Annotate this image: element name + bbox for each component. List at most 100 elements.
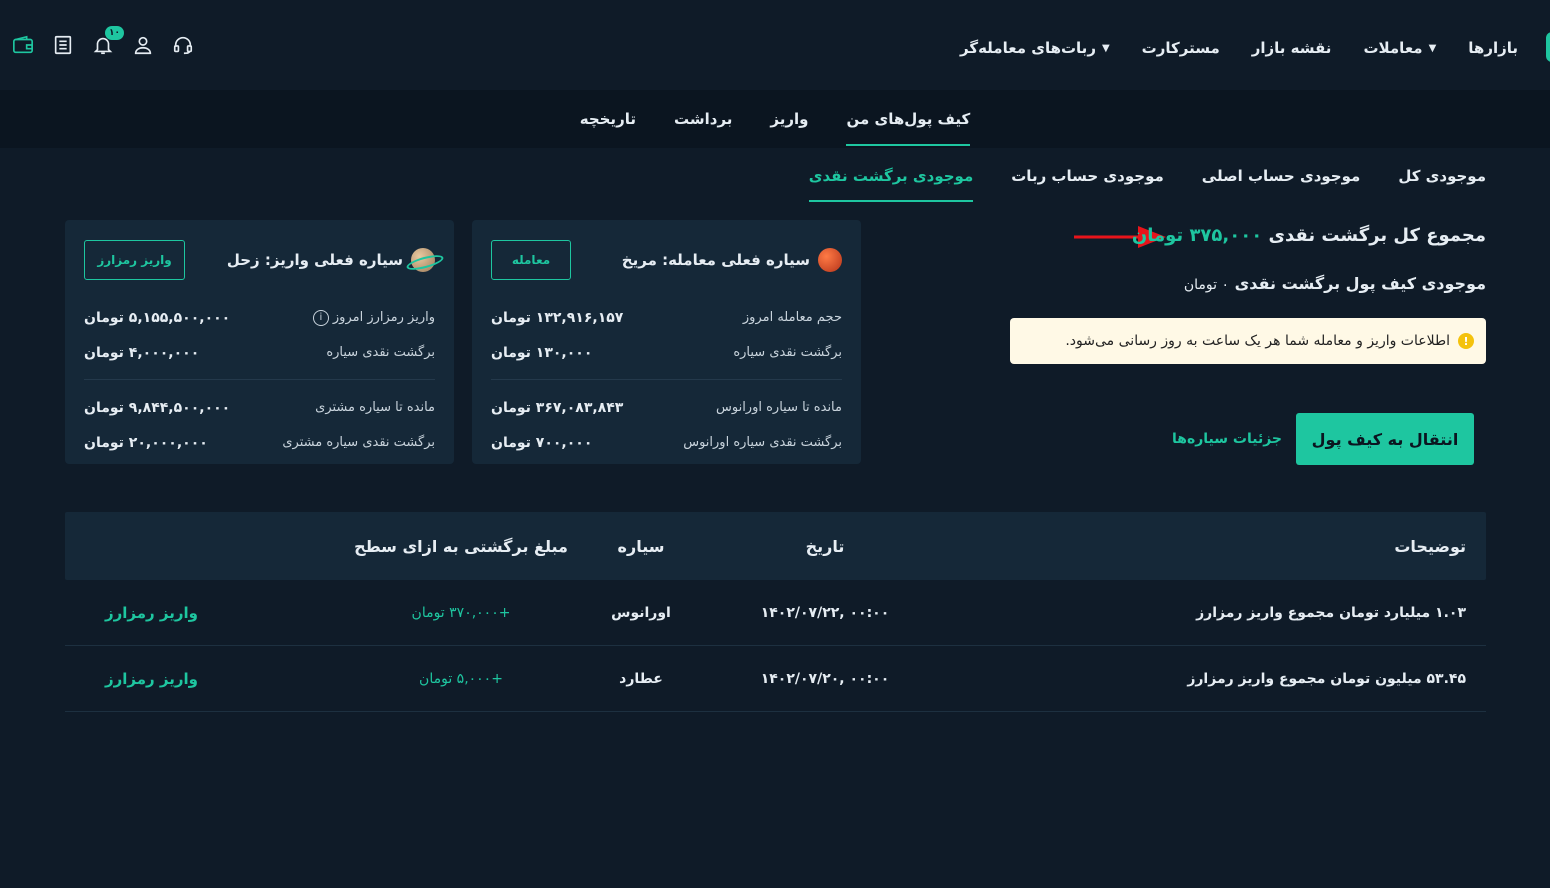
info-icon[interactable]: i	[312, 309, 329, 326]
saturn-planet-icon	[411, 248, 435, 272]
row-label: برگشت نقدی سیاره اورانوس	[683, 435, 842, 450]
menu-market-map[interactable]: نقشه بازار	[1252, 39, 1332, 57]
deposit-planet-title: سیاره فعلی واریز: زحل	[227, 248, 435, 272]
card-row: مانده تا سیاره مشتری ۹,۸۴۴,۵۰۰,۰۰۰ تومان	[84, 390, 435, 425]
card-row: حجم معامله امروز ۱۳۲,۹۱۶,۱۵۷ تومان	[491, 300, 842, 335]
warning-icon: !	[1458, 333, 1474, 349]
tab-history[interactable]: تاریخچه	[580, 90, 636, 148]
card-row: برگشت نقدی سیاره مشتری ۲۰,۰۰۰,۰۰۰ تومان	[84, 425, 435, 460]
update-notice-text: اطلاعات واریز و معامله شما هر یک ساعت به…	[1065, 333, 1450, 349]
menu-trading-bots[interactable]: ربات‌های معامله‌گر ▼	[960, 39, 1110, 57]
row-value: ۴,۰۰۰,۰۰۰ تومان	[84, 344, 200, 361]
balance-subtabs: موجودی کل موجودی حساب اصلی موجودی حساب ر…	[808, 150, 1486, 202]
trade-button[interactable]: معامله	[491, 240, 571, 280]
row-value: ۱۳۰,۰۰۰ تومان	[491, 344, 593, 361]
deposit-planet-card-header: سیاره فعلی واریز: زحل واریز رمزارز	[84, 220, 435, 300]
summary-actions: انتقال به کیف پول جزئیات سیاره‌ها	[1172, 413, 1474, 465]
row-label: برگشت نقدی سیاره	[733, 345, 842, 360]
user-icon[interactable]	[132, 34, 154, 56]
row-label: واریز رمزارز امروز i	[312, 309, 435, 326]
chevron-down-icon: ▼	[1428, 42, 1437, 54]
menu-mastercard-label: مسترکارت	[1141, 39, 1220, 57]
table-header: توضیحات تاریخ سیاره مبلغ برگشتی به ازای …	[65, 512, 1486, 580]
transfer-to-wallet-button[interactable]: انتقال به کیف پول	[1296, 413, 1474, 465]
mars-planet-icon	[818, 248, 842, 272]
cell-date: ۱۴۰۲/۰۷/۲۰, ۰۰:۰۰	[760, 670, 890, 687]
update-notice: ! اطلاعات واریز و معامله شما هر یک ساعت …	[1010, 318, 1486, 364]
row-value: ۱۳۲,۹۱۶,۱۵۷ تومان	[491, 309, 624, 326]
deposit-planet-title-text: سیاره فعلی واریز: زحل	[226, 251, 403, 269]
planet-details-link[interactable]: جزئیات سیاره‌ها	[1172, 431, 1282, 447]
crypto-deposit-link[interactable]: واریز رمزارز	[105, 670, 198, 688]
cashback-summary: مجموع کل برگشت نقدی ۳۷۵,۰۰۰ تومان موجودی…	[1006, 220, 1486, 364]
notification-bell-icon[interactable]: ۱۰	[92, 26, 124, 56]
total-cashback-line: مجموع کل برگشت نقدی ۳۷۵,۰۰۰ تومان	[1006, 220, 1486, 252]
wallet-icon[interactable]	[12, 34, 34, 56]
card-row: برگشت نقدی سیاره ۱۳۰,۰۰۰ تومان	[491, 335, 842, 370]
menu-trades[interactable]: معاملات ▼	[1363, 39, 1436, 57]
top-navbar: بازارها معاملات ▼ نقشه بازار مسترکارت ربا…	[0, 0, 1550, 90]
row-value: ۹,۸۴۴,۵۰۰,۰۰۰ تومان	[84, 399, 231, 416]
tab-withdraw[interactable]: برداشت	[674, 90, 732, 148]
cell-amount: +۳۷۰,۰۰۰ تومان	[411, 604, 511, 621]
card-row: واریز رمزارز امروز i ۵,۱۵۵,۵۰۰,۰۰۰ تومان	[84, 300, 435, 335]
chevron-down-icon: ▼	[1101, 42, 1110, 54]
crypto-deposit-button[interactable]: واریز رمزارز	[84, 240, 185, 280]
row-label: برگشت نقدی سیاره	[326, 345, 435, 360]
subtab-bot-account-balance[interactable]: موجودی حساب ربات	[1011, 150, 1164, 202]
menu-mastercard[interactable]: مسترکارت	[1142, 39, 1220, 57]
header-planet: سیاره	[617, 536, 665, 556]
table-row: ۱.۰۳ میلیارد تومان مجموع واریز رمزارز ۱۴…	[65, 580, 1486, 646]
divider	[491, 379, 842, 380]
card-row: برگشت نقدی سیاره اورانوس ۷۰۰,۰۰۰ تومان	[491, 425, 842, 460]
cell-description: ۵۳.۴۵ میلیون تومان مجموع واریز رمزارز	[1187, 670, 1466, 687]
card-row: مانده تا سیاره اورانوس ۳۶۷,۰۸۳,۸۴۳ تومان	[491, 390, 842, 425]
cell-action: واریز رمزارز	[65, 670, 336, 688]
main-menu: بازارها معاملات ▼ نقشه بازار مسترکارت ربا…	[960, 36, 1518, 60]
menu-trading-bots-label: ربات‌های معامله‌گر	[960, 39, 1096, 57]
divider	[84, 379, 435, 380]
cell-amount: +۵,۰۰۰ تومان	[419, 670, 503, 687]
total-cashback-value: ۳۷۵,۰۰۰ تومان	[1131, 225, 1263, 246]
tab-deposit[interactable]: واریز	[770, 90, 808, 148]
row-label-text: واریز رمزارز امروز	[332, 310, 435, 325]
cashback-history-table: توضیحات تاریخ سیاره مبلغ برگشتی به ازای …	[65, 512, 1486, 712]
menu-markets[interactable]: بازارها	[1468, 39, 1518, 57]
row-value: ۲۰,۰۰۰,۰۰۰ تومان	[84, 434, 208, 451]
trade-planet-title-text: سیاره فعلی معامله: مریخ	[621, 251, 810, 269]
row-value: ۳۶۷,۰۸۳,۸۴۳ تومان	[491, 399, 624, 416]
menu-trades-label: معاملات	[1363, 39, 1423, 57]
header-description: توضیحات	[1394, 536, 1466, 556]
header-date: تاریخ	[805, 536, 845, 556]
row-value: ۷۰۰,۰۰۰ تومان	[491, 434, 593, 451]
subtab-main-account-balance[interactable]: موجودی حساب اصلی	[1202, 150, 1361, 202]
cell-planet: اورانوس	[611, 604, 671, 621]
top-icons: ۱۰	[12, 26, 194, 56]
tab-my-wallets[interactable]: کیف پول‌های من	[846, 90, 970, 148]
cell-description: ۱.۰۳ میلیارد تومان مجموع واریز رمزارز	[1196, 604, 1466, 621]
cell-action: واریز رمزارز	[65, 604, 336, 622]
crypto-deposit-link[interactable]: واریز رمزارز	[105, 604, 198, 622]
orders-list-icon[interactable]	[52, 34, 74, 56]
subtab-cashback-balance[interactable]: موجودی برگشت نقدی	[808, 150, 974, 202]
trade-planet-title: سیاره فعلی معامله: مریخ	[622, 248, 842, 272]
deposit-planet-card: سیاره فعلی واریز: زحل واریز رمزارز واریز…	[65, 220, 454, 464]
subtab-total-balance[interactable]: موجودی کل	[1398, 150, 1486, 202]
headset-support-icon[interactable]	[172, 34, 194, 56]
card-row: برگشت نقدی سیاره ۴,۰۰۰,۰۰۰ تومان	[84, 335, 435, 370]
row-label: حجم معامله امروز	[742, 310, 842, 325]
trade-planet-card: سیاره فعلی معامله: مریخ معامله حجم معامل…	[472, 220, 861, 464]
table-row: ۵۳.۴۵ میلیون تومان مجموع واریز رمزارز ۱۴…	[65, 646, 1486, 712]
notification-count-badge: ۱۰	[105, 26, 124, 40]
row-label: مانده تا سیاره اورانوس	[715, 400, 842, 415]
wallet-tabs: کیف پول‌های من واریز برداشت تاریخچه	[0, 90, 1550, 148]
trade-planet-card-header: سیاره فعلی معامله: مریخ معامله	[491, 220, 842, 300]
header-amount: مبلغ برگشتی به ازای سطح	[354, 536, 568, 556]
row-label: برگشت نقدی سیاره مشتری	[282, 435, 435, 450]
cell-date: ۱۴۰۲/۰۷/۲۲, ۰۰:۰۰	[760, 604, 890, 621]
cell-planet: عطارد	[619, 670, 663, 687]
logo-edge	[1546, 32, 1550, 62]
cashback-wallet-value: ۰ تومان	[1183, 277, 1230, 293]
cashback-wallet-label: موجودی کیف پول برگشت نقدی	[1234, 274, 1486, 293]
total-cashback-label: مجموع کل برگشت نقدی	[1268, 225, 1486, 246]
